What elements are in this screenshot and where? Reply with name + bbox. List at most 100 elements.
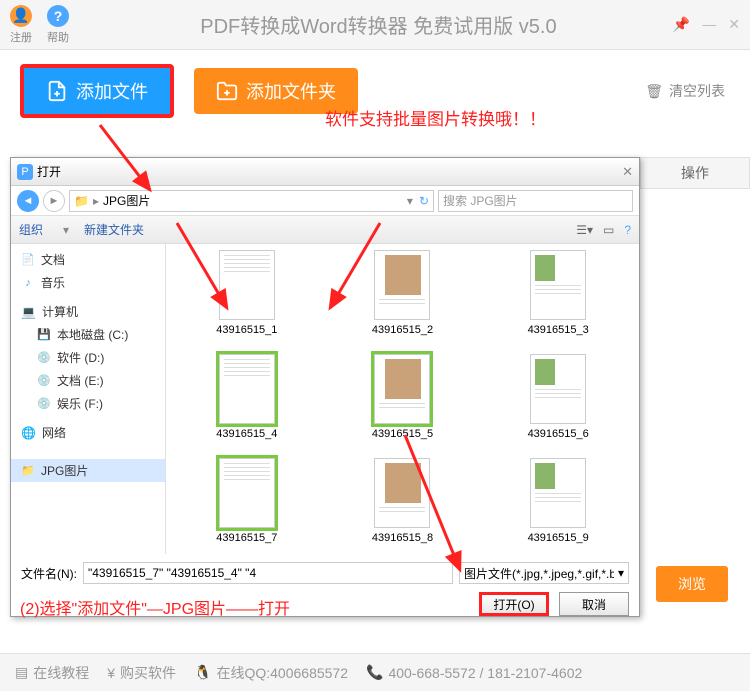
file-label: 43916515_7 — [216, 532, 277, 544]
bottom-bar: ▤在线教程 ¥购买软件 🐧在线QQ:4006685572 📞400-668-55… — [0, 653, 750, 691]
nav-forward-button[interactable]: ► — [43, 190, 65, 212]
thumbnail — [374, 250, 430, 320]
sidebar-jpg-folder[interactable]: 📁JPG图片 — [11, 459, 165, 482]
file-item[interactable]: 43916515_5 — [328, 354, 478, 452]
thumbnail — [219, 354, 275, 424]
app-title: PDF转换成Word转换器 免费试用版 v5.0 — [84, 10, 673, 39]
annotation-note: 软件支持批量图片转换哦！！ — [325, 105, 546, 130]
preview-icon[interactable]: ▭ — [603, 223, 614, 237]
right-panel: 操作 — [640, 157, 750, 189]
phone-link[interactable]: 📞400-668-5572 / 181-2107-4602 — [366, 664, 582, 681]
drive-icon: 💿 — [37, 374, 51, 388]
clear-list-button[interactable]: 🗑 清空列表 — [645, 81, 725, 101]
file-label: 43916515_6 — [528, 428, 589, 440]
chevron-down-icon[interactable]: ▾ — [407, 194, 413, 208]
file-item[interactable]: 43916515_1 — [172, 250, 322, 348]
file-item[interactable]: 43916515_8 — [328, 458, 478, 554]
nav-back-button[interactable]: ◄ — [17, 190, 39, 212]
thumbnail — [374, 354, 430, 424]
file-filter-select[interactable]: 图片文件(*.jpg,*.jpeg,*.gif,*.bmp) ▾ — [459, 562, 629, 584]
pin-icon[interactable]: 📌 — [673, 16, 690, 33]
drive-icon: 💿 — [37, 397, 51, 411]
help-small-icon[interactable]: ? — [624, 223, 631, 237]
file-label: 43916515_3 — [528, 324, 589, 336]
help-button[interactable]: ? 帮助 — [47, 5, 69, 45]
folder-icon: 📁 — [74, 194, 89, 208]
organize-menu[interactable]: 组织 — [19, 221, 43, 238]
network-icon: 🌐 — [21, 426, 36, 440]
thumbnail — [219, 250, 275, 320]
file-item[interactable]: 43916515_9 — [483, 458, 633, 554]
file-label: 43916515_5 — [372, 428, 433, 440]
dialog-titlebar: P 打开 ✕ — [11, 158, 639, 186]
computer-icon: 💻 — [21, 305, 36, 319]
close-icon[interactable]: ✕ — [728, 16, 740, 33]
sidebar-drive-e[interactable]: 💿文档 (E:) — [11, 369, 165, 392]
refresh-icon[interactable]: ↻ — [419, 194, 429, 208]
file-plus-icon — [46, 80, 68, 102]
file-label: 43916515_4 — [216, 428, 277, 440]
user-icon: 👤 — [10, 5, 32, 27]
thumbnail — [530, 354, 586, 424]
sidebar-drive-f[interactable]: 💿娱乐 (F:) — [11, 392, 165, 415]
folder-plus-icon — [216, 80, 238, 102]
music-icon: ♪ — [21, 276, 35, 290]
sidebar-drive-c[interactable]: 💾本地磁盘 (C:) — [11, 323, 165, 346]
dialog-nav: ◄ ► 📁 ▸ JPG图片 ▾ ↻ 搜索 JPG图片 — [11, 186, 639, 216]
trash-icon: 🗑 — [645, 83, 663, 100]
minimize-icon[interactable]: — — [702, 16, 716, 33]
filename-input[interactable] — [83, 562, 453, 584]
tutorial-link[interactable]: ▤在线教程 — [15, 663, 89, 683]
buy-link[interactable]: ¥购买软件 — [107, 663, 176, 683]
phone-icon: 📞 — [366, 664, 383, 681]
file-item[interactable]: 43916515_3 — [483, 250, 633, 348]
file-label: 43916515_8 — [372, 532, 433, 544]
doc-icon: 📄 — [21, 253, 35, 267]
file-label: 43916515_9 — [528, 532, 589, 544]
sidebar-drive-d[interactable]: 💿软件 (D:) — [11, 346, 165, 369]
dialog-sidebar: 📄文档 ♪音乐 💻计算机 💾本地磁盘 (C:) 💿软件 (D:) 💿文档 (E:… — [11, 244, 166, 554]
action-row: 添加文件 添加文件夹 🗑 清空列表 软件支持批量图片转换哦！！ — [0, 50, 750, 132]
thumbnail — [219, 458, 275, 528]
file-item[interactable]: 43916515_6 — [483, 354, 633, 452]
app-titlebar: 👤 注册 ? 帮助 PDF转换成Word转换器 免费试用版 v5.0 📌 — ✕ — [0, 0, 750, 50]
app-small-icon: P — [17, 164, 33, 180]
help-icon: ? — [47, 5, 69, 27]
qq-link[interactable]: 🐧在线QQ:4006685572 — [194, 663, 348, 683]
file-open-dialog: P 打开 ✕ ◄ ► 📁 ▸ JPG图片 ▾ ↻ 搜索 JPG图片 组织 ▾ 新… — [10, 157, 640, 617]
dialog-close-icon[interactable]: ✕ — [622, 164, 633, 180]
filename-label: 文件名(N): — [21, 565, 77, 582]
sidebar-network[interactable]: 🌐网络 — [11, 421, 165, 444]
file-item[interactable]: 43916515_4 — [172, 354, 322, 452]
browse-button[interactable]: 浏览 — [656, 566, 728, 602]
folder-icon: 📁 — [21, 464, 35, 478]
view-icon[interactable]: ☰▾ — [576, 223, 593, 237]
operate-header: 操作 — [640, 157, 750, 189]
file-item[interactable]: 43916515_2 — [328, 250, 478, 348]
cancel-button[interactable]: 取消 — [559, 592, 629, 616]
search-input[interactable]: 搜索 JPG图片 — [438, 190, 633, 212]
thumbnail — [530, 250, 586, 320]
thumbnail — [374, 458, 430, 528]
file-grid: 43916515_1 43916515_2 43916515_3 43916515_4… — [166, 244, 639, 554]
dialog-toolbar: 组织 ▾ 新建文件夹 ☰▾ ▭ ? — [11, 216, 639, 244]
chevron-right-icon: ▸ — [93, 194, 99, 208]
yen-icon: ¥ — [107, 665, 115, 681]
sidebar-docs[interactable]: 📄文档 — [11, 248, 165, 271]
annotation-instruction: (2)选择"添加文件"—JPG图片——打开 — [20, 595, 290, 619]
register-button[interactable]: 👤 注册 — [10, 5, 32, 45]
file-label: 43916515_2 — [372, 324, 433, 336]
qq-icon: 🐧 — [194, 664, 211, 681]
add-file-button[interactable]: 添加文件 — [20, 64, 174, 118]
drive-icon: 💾 — [37, 328, 51, 342]
chevron-down-icon: ▾ — [618, 566, 624, 580]
file-item[interactable]: 43916515_7 — [172, 458, 322, 554]
open-button[interactable]: 打开(O) — [479, 592, 549, 616]
file-label: 43916515_1 — [216, 324, 277, 336]
sidebar-computer[interactable]: 💻计算机 — [11, 300, 165, 323]
new-folder-button[interactable]: 新建文件夹 — [84, 221, 144, 238]
sidebar-music[interactable]: ♪音乐 — [11, 271, 165, 294]
path-bar[interactable]: 📁 ▸ JPG图片 ▾ ↻ — [69, 190, 434, 212]
thumbnail — [530, 458, 586, 528]
drive-icon: 💿 — [37, 351, 51, 365]
